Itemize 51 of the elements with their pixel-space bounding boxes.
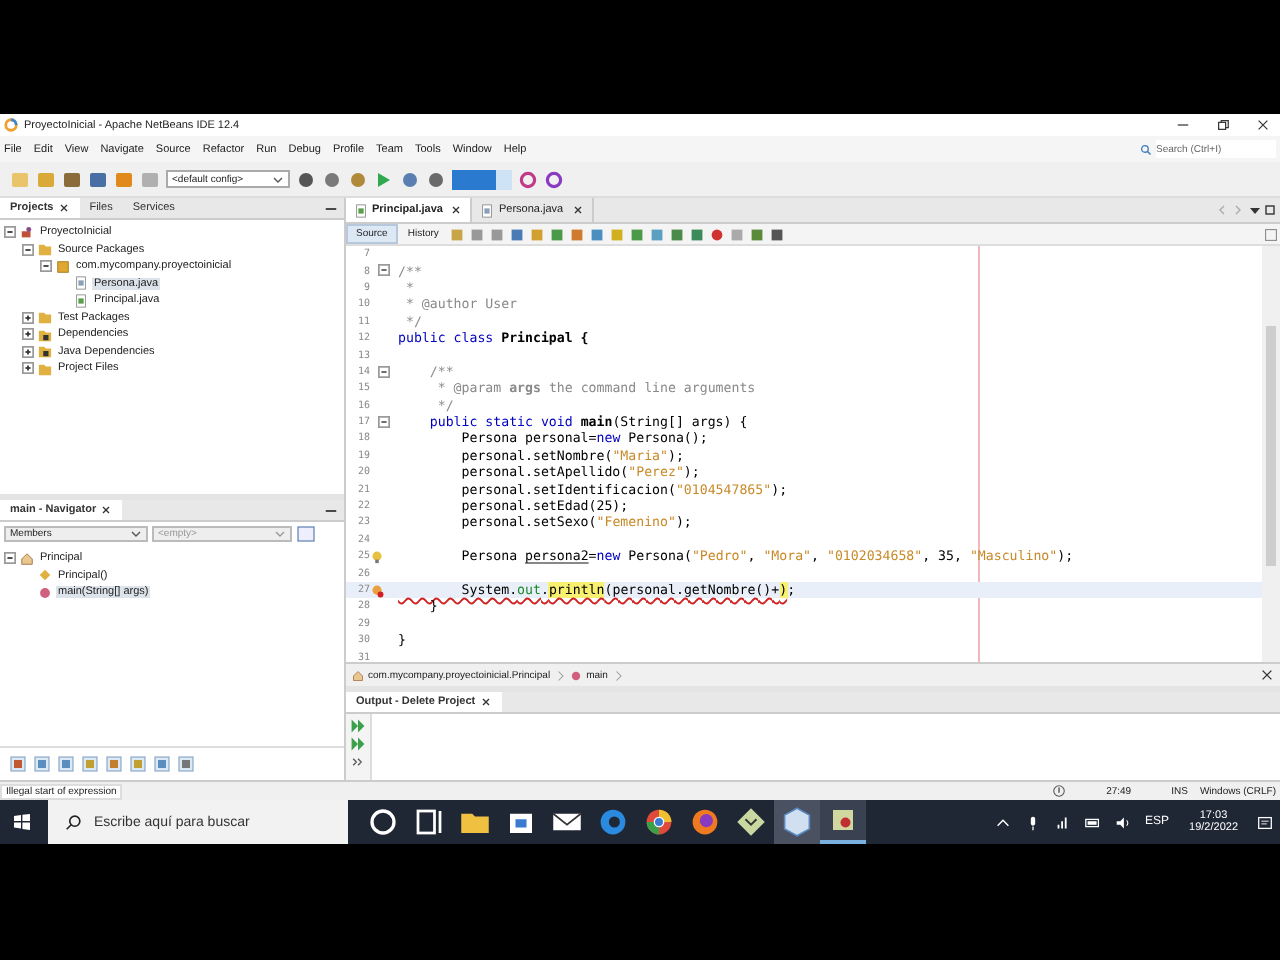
app-logo-icon <box>4 118 18 132</box>
battery-icon[interactable] <box>1083 813 1102 831</box>
caret-icon <box>272 175 284 183</box>
java-file-icon <box>354 203 368 217</box>
fold-icon[interactable] <box>378 415 390 428</box>
dot-icon <box>38 585 52 600</box>
search-icon <box>64 813 82 831</box>
notification-icon[interactable] <box>1052 784 1067 798</box>
close-icon[interactable] <box>1256 118 1270 132</box>
expand-icon[interactable] <box>22 311 34 324</box>
app-icon[interactable] <box>820 800 866 844</box>
dot-icon <box>570 669 583 681</box>
cube-icon[interactable] <box>774 800 820 844</box>
caret-icon <box>130 530 142 538</box>
rerun-icon[interactable] <box>350 718 366 734</box>
close-icon[interactable] <box>57 202 70 214</box>
diamond-icon <box>38 568 52 583</box>
close-icon[interactable] <box>1260 668 1274 682</box>
close-icon[interactable] <box>450 204 463 216</box>
close-icon[interactable] <box>571 204 584 216</box>
run-icon[interactable] <box>374 169 394 189</box>
memory-meter[interactable] <box>452 169 512 189</box>
network-icon[interactable] <box>1053 813 1072 831</box>
close-icon[interactable] <box>100 504 113 516</box>
search-icon[interactable] <box>1140 143 1152 155</box>
tab-navigation-icon[interactable] <box>1216 202 1276 218</box>
class-icon <box>20 551 34 566</box>
expand-icon[interactable] <box>22 328 34 341</box>
caret-icon <box>274 530 286 538</box>
rerun-icon[interactable] <box>350 736 366 752</box>
package-icon <box>56 259 70 274</box>
more-icon[interactable] <box>350 754 366 770</box>
collapse-icon[interactable] <box>4 552 16 565</box>
expand-icon[interactable] <box>22 362 34 375</box>
collapse-icon[interactable] <box>4 226 16 239</box>
start-icon[interactable] <box>12 812 32 832</box>
class-icon <box>352 669 364 681</box>
notifications-icon[interactable] <box>1256 813 1274 831</box>
minimize-icon[interactable] <box>1176 118 1190 132</box>
collapse-icon[interactable] <box>22 243 34 256</box>
expand-icon[interactable] <box>22 345 34 358</box>
error-bulb-icon[interactable] <box>370 583 384 598</box>
split-icon[interactable] <box>1262 225 1280 243</box>
java-file-icon <box>480 203 495 217</box>
lightbulb-icon[interactable] <box>370 549 384 564</box>
fold-icon[interactable] <box>378 264 390 277</box>
volume-icon[interactable] <box>1113 813 1132 831</box>
restore-icon[interactable] <box>1216 118 1230 132</box>
close-icon[interactable] <box>479 696 492 708</box>
fold-icon[interactable] <box>378 365 390 378</box>
collapse-icon[interactable] <box>40 260 52 273</box>
